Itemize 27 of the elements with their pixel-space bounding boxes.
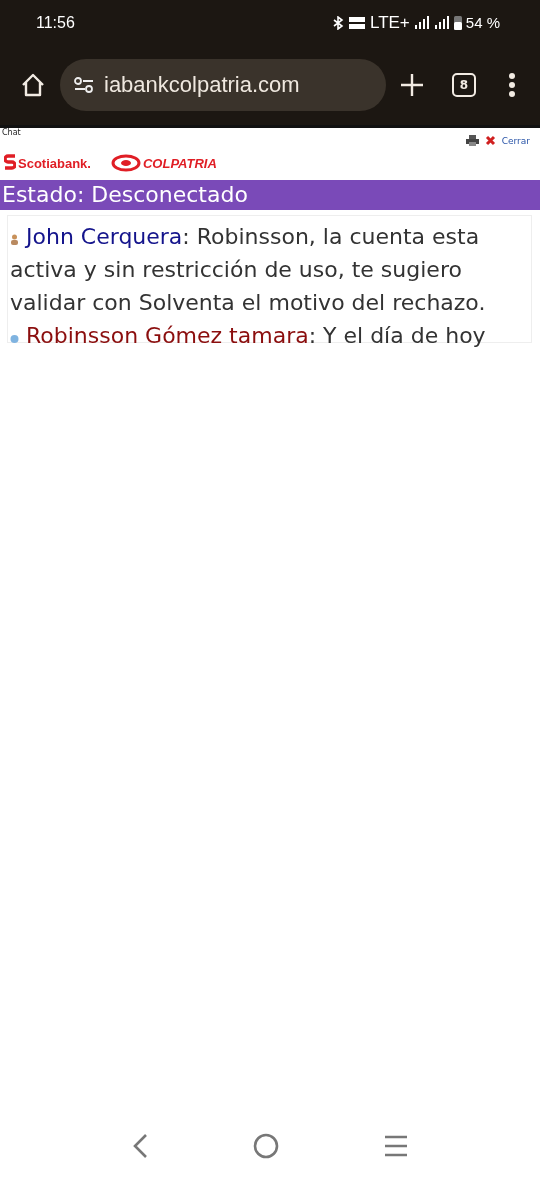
signal-icon bbox=[413, 15, 430, 30]
chat-message: Robinsson Gómez tamara: Y el día de hoy bbox=[10, 319, 529, 352]
logo-icon bbox=[110, 154, 141, 172]
frame-title: Chat bbox=[1, 128, 21, 137]
home-button-icon[interactable] bbox=[253, 1133, 279, 1159]
close-icon[interactable] bbox=[484, 135, 496, 146]
chat-message: John Cerquera: Robinsson, la cuenta esta activa y sin restricción de uso, te sugiero validar con Solventa el motivo del rechazo. bbox=[10, 223, 487, 317]
tab-count-button[interactable]: 8 bbox=[452, 73, 476, 97]
battery-icon bbox=[453, 15, 462, 30]
logo-text: Scotiabank. bbox=[18, 155, 91, 171]
network-type: LTE+ bbox=[369, 12, 410, 33]
more-options-icon[interactable] bbox=[508, 73, 516, 97]
new-tab-icon[interactable] bbox=[400, 73, 424, 97]
site-settings-icon[interactable] bbox=[74, 77, 94, 93]
recent-apps-icon[interactable] bbox=[383, 1135, 408, 1157]
bluetooth-icon bbox=[331, 15, 344, 30]
connection-status: Estado: Desconectado bbox=[2, 182, 248, 207]
logo-icon bbox=[4, 154, 16, 172]
signal-icon bbox=[433, 15, 450, 30]
clock: 11:56 bbox=[36, 13, 75, 32]
printer-icon[interactable] bbox=[465, 135, 479, 146]
back-icon[interactable] bbox=[132, 1133, 149, 1159]
address-bar[interactable]: iabankcolpatria.com bbox=[60, 59, 386, 111]
battery-level: 54 % bbox=[465, 14, 500, 31]
logo-text: COLPATRIA bbox=[142, 155, 217, 171]
close-link[interactable]: Cerrar bbox=[501, 135, 530, 146]
home-icon[interactable] bbox=[20, 73, 46, 97]
